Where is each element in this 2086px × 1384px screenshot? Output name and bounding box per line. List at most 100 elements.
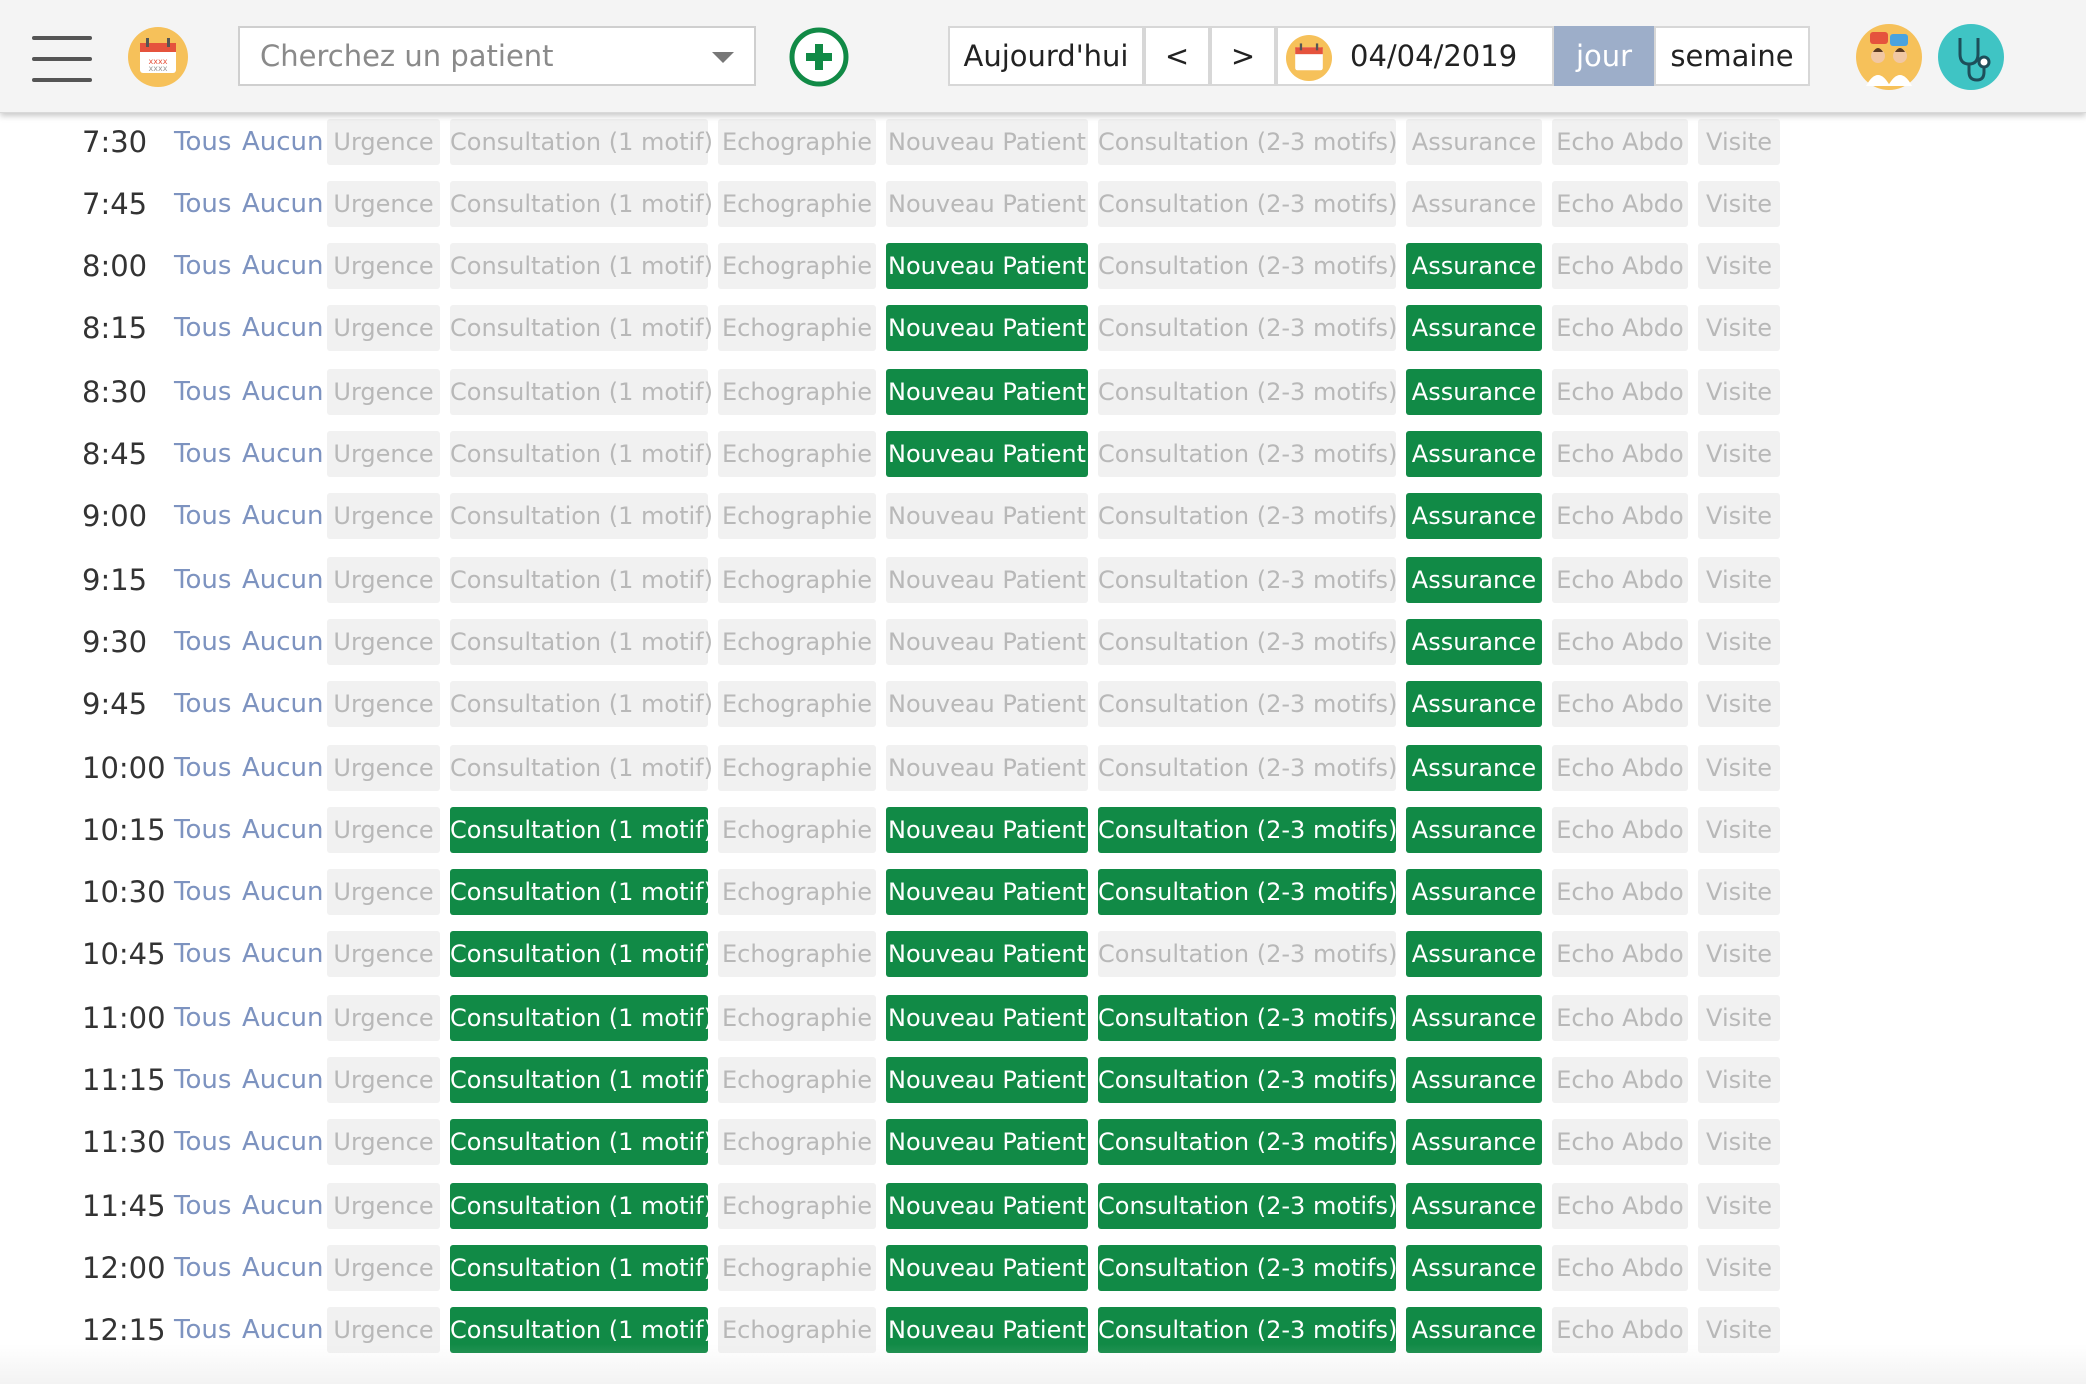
motif-toggle[interactable]: Assurance bbox=[1406, 305, 1542, 351]
motif-toggle[interactable]: Urgence bbox=[327, 995, 440, 1041]
select-all-link[interactable]: Tous bbox=[174, 492, 231, 540]
motif-toggle[interactable]: Nouveau Patient bbox=[886, 1119, 1088, 1165]
select-none-link[interactable]: Aucun bbox=[242, 1244, 324, 1292]
motif-toggle[interactable]: Echo Abdo bbox=[1552, 869, 1688, 915]
motif-toggle[interactable]: Nouveau Patient bbox=[886, 431, 1088, 477]
motif-toggle[interactable]: Consultation (1 motif) bbox=[450, 557, 713, 603]
motif-toggle[interactable]: Echographie bbox=[718, 807, 876, 853]
motif-toggle[interactable]: Consultation (1 motif) bbox=[450, 1183, 713, 1229]
select-all-link[interactable]: Tous bbox=[174, 118, 231, 166]
motif-toggle[interactable]: Assurance bbox=[1406, 745, 1542, 791]
motif-toggle[interactable]: Consultation (1 motif) bbox=[450, 869, 713, 915]
motif-toggle[interactable]: Urgence bbox=[327, 1245, 440, 1291]
motif-toggle[interactable]: Assurance bbox=[1406, 995, 1542, 1041]
motif-toggle[interactable]: Consultation (2-3 motifs) bbox=[1098, 1057, 1397, 1103]
motif-toggle[interactable]: Consultation (2-3 motifs) bbox=[1098, 869, 1397, 915]
motif-toggle[interactable]: Nouveau Patient bbox=[886, 995, 1088, 1041]
select-none-link[interactable]: Aucun bbox=[242, 994, 324, 1042]
motif-toggle[interactable]: Assurance bbox=[1406, 119, 1542, 165]
motif-toggle[interactable]: Urgence bbox=[327, 557, 440, 603]
motif-toggle[interactable]: Assurance bbox=[1406, 1183, 1542, 1229]
motif-toggle[interactable]: Urgence bbox=[327, 931, 440, 977]
motif-toggle[interactable]: Visite bbox=[1698, 1057, 1780, 1103]
motif-toggle[interactable]: Echo Abdo bbox=[1552, 431, 1688, 477]
calendar-icon[interactable]: xxxx xxxx bbox=[128, 27, 188, 87]
motif-toggle[interactable]: Assurance bbox=[1406, 931, 1542, 977]
motif-toggle[interactable]: Consultation (2-3 motifs) bbox=[1098, 493, 1397, 539]
motif-toggle[interactable]: Assurance bbox=[1406, 1245, 1542, 1291]
stethoscope-icon[interactable] bbox=[1938, 24, 2004, 90]
motif-toggle[interactable]: Echo Abdo bbox=[1552, 305, 1688, 351]
motif-toggle[interactable]: Assurance bbox=[1406, 1307, 1542, 1353]
motif-toggle[interactable]: Assurance bbox=[1406, 807, 1542, 853]
select-none-link[interactable]: Aucun bbox=[242, 180, 324, 228]
motif-toggle[interactable]: Urgence bbox=[327, 493, 440, 539]
motif-toggle[interactable]: Consultation (2-3 motifs) bbox=[1098, 369, 1397, 415]
motif-toggle[interactable]: Echo Abdo bbox=[1552, 1183, 1688, 1229]
select-none-link[interactable]: Aucun bbox=[242, 1306, 324, 1354]
motif-toggle[interactable]: Visite bbox=[1698, 431, 1780, 477]
motif-toggle[interactable]: Assurance bbox=[1406, 1119, 1542, 1165]
motif-toggle[interactable]: Consultation (1 motif) bbox=[450, 995, 713, 1041]
motif-toggle[interactable]: Nouveau Patient bbox=[886, 493, 1088, 539]
motif-toggle[interactable]: Visite bbox=[1698, 681, 1780, 727]
select-none-link[interactable]: Aucun bbox=[242, 368, 324, 416]
motif-toggle[interactable]: Echo Abdo bbox=[1552, 619, 1688, 665]
select-all-link[interactable]: Tous bbox=[174, 618, 231, 666]
doctors-team-icon[interactable] bbox=[1856, 24, 1922, 90]
motif-toggle[interactable]: Consultation (2-3 motifs) bbox=[1098, 1307, 1397, 1353]
select-all-link[interactable]: Tous bbox=[174, 242, 231, 290]
select-all-link[interactable]: Tous bbox=[174, 180, 231, 228]
motif-toggle[interactable]: Consultation (2-3 motifs) bbox=[1098, 1119, 1397, 1165]
motif-toggle[interactable]: Echo Abdo bbox=[1552, 1119, 1688, 1165]
select-all-link[interactable]: Tous bbox=[174, 368, 231, 416]
motif-toggle[interactable]: Consultation (1 motif) bbox=[450, 1119, 713, 1165]
motif-toggle[interactable]: Echo Abdo bbox=[1552, 369, 1688, 415]
motif-toggle[interactable]: Visite bbox=[1698, 181, 1780, 227]
motif-toggle[interactable]: Echographie bbox=[718, 243, 876, 289]
motif-toggle[interactable]: Consultation (2-3 motifs) bbox=[1098, 1245, 1397, 1291]
motif-toggle[interactable]: Echographie bbox=[718, 431, 876, 477]
select-all-link[interactable]: Tous bbox=[174, 930, 231, 978]
motif-toggle[interactable]: Visite bbox=[1698, 995, 1780, 1041]
motif-toggle[interactable]: Echo Abdo bbox=[1552, 931, 1688, 977]
motif-toggle[interactable]: Assurance bbox=[1406, 369, 1542, 415]
select-none-link[interactable]: Aucun bbox=[242, 930, 324, 978]
motif-toggle[interactable]: Consultation (1 motif) bbox=[450, 369, 713, 415]
chevron-down-icon[interactable] bbox=[712, 52, 734, 63]
motif-toggle[interactable]: Visite bbox=[1698, 1119, 1780, 1165]
motif-toggle[interactable]: Visite bbox=[1698, 305, 1780, 351]
select-none-link[interactable]: Aucun bbox=[242, 118, 324, 166]
motif-toggle[interactable]: Urgence bbox=[327, 119, 440, 165]
motif-toggle[interactable]: Urgence bbox=[327, 1119, 440, 1165]
motif-toggle[interactable]: Assurance bbox=[1406, 243, 1542, 289]
motif-toggle[interactable]: Visite bbox=[1698, 807, 1780, 853]
motif-toggle[interactable]: Nouveau Patient bbox=[886, 1057, 1088, 1103]
select-all-link[interactable]: Tous bbox=[174, 1182, 231, 1230]
select-none-link[interactable]: Aucun bbox=[242, 680, 324, 728]
motif-toggle[interactable]: Echographie bbox=[718, 1057, 876, 1103]
motif-toggle[interactable]: Echo Abdo bbox=[1552, 493, 1688, 539]
prev-button[interactable]: < bbox=[1144, 26, 1210, 86]
motif-toggle[interactable]: Visite bbox=[1698, 869, 1780, 915]
motif-toggle[interactable]: Urgence bbox=[327, 369, 440, 415]
motif-toggle[interactable]: Echo Abdo bbox=[1552, 995, 1688, 1041]
motif-toggle[interactable]: Assurance bbox=[1406, 493, 1542, 539]
motif-toggle[interactable]: Nouveau Patient bbox=[886, 243, 1088, 289]
motif-toggle[interactable]: Nouveau Patient bbox=[886, 369, 1088, 415]
motif-toggle[interactable]: Urgence bbox=[327, 1183, 440, 1229]
motif-toggle[interactable]: Echographie bbox=[718, 931, 876, 977]
motif-toggle[interactable]: Consultation (2-3 motifs) bbox=[1098, 807, 1397, 853]
motif-toggle[interactable]: Nouveau Patient bbox=[886, 807, 1088, 853]
select-all-link[interactable]: Tous bbox=[174, 556, 231, 604]
motif-toggle[interactable]: Consultation (2-3 motifs) bbox=[1098, 681, 1397, 727]
motif-toggle[interactable]: Visite bbox=[1698, 119, 1780, 165]
select-none-link[interactable]: Aucun bbox=[242, 556, 324, 604]
motif-toggle[interactable]: Urgence bbox=[327, 681, 440, 727]
motif-toggle[interactable]: Echographie bbox=[718, 681, 876, 727]
motif-toggle[interactable]: Consultation (2-3 motifs) bbox=[1098, 619, 1397, 665]
motif-toggle[interactable]: Consultation (2-3 motifs) bbox=[1098, 931, 1397, 977]
select-none-link[interactable]: Aucun bbox=[242, 304, 324, 352]
motif-toggle[interactable]: Consultation (1 motif) bbox=[450, 745, 713, 791]
motif-toggle[interactable]: Echo Abdo bbox=[1552, 557, 1688, 603]
